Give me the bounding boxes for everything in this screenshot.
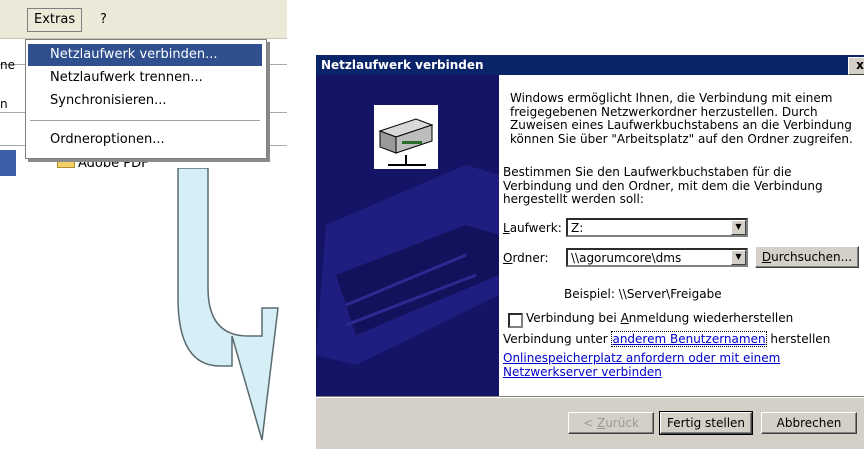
reconnect-label[interactable]: Verbindung bei Anmeldung wiederherstelle… [526,311,793,325]
menu-item-synchronize[interactable]: Synchronisieren... [28,90,262,112]
drive-select[interactable]: Z: ▼ [566,218,748,237]
finish-button[interactable]: Fertig stellen [659,411,753,435]
explorer-menu-crop: Extras ? ne n Adobe PDF Netzlaufwerk ver… [0,0,287,176]
tree-panel-edge [0,150,16,176]
folder-label: Ordner: [503,251,549,265]
curved-arrow-icon [177,168,279,441]
folder-input[interactable]: \\agorumcore\dms ▼ [566,248,748,267]
network-drive-illustration-icon [316,75,499,396]
background-text-fragment: n [0,97,8,111]
drive-label: Laufwerk: [503,221,562,235]
menu-extras[interactable]: Extras [27,8,83,32]
cancel-button[interactable]: Abbrechen [761,412,857,434]
menubar: Extras ? [0,0,287,39]
menu-separator [30,120,260,121]
instruction-text: Bestimmen Sie den Laufwerkbuchstaben für… [503,165,823,206]
extras-dropdown: Netzlaufwerk verbinden... Netzlaufwerk t… [25,39,267,159]
background-text-fragment: ne [0,58,15,72]
back-button[interactable]: < Zurück [568,412,654,434]
chevron-down-icon[interactable]: ▼ [731,220,746,235]
example-text: Beispiel: \\Server\Freigabe [564,287,722,301]
wizard-side-panel [316,75,499,396]
menu-item-connect-network-drive[interactable]: Netzlaufwerk verbinden... [28,44,262,66]
menu-item-folder-options[interactable]: Ordneroptionen... [28,129,262,151]
footer-divider [316,396,864,398]
other-user-text: Verbindung unter anderem Benutzernamen h… [503,331,831,347]
folder-value: \\agorumcore\dms [571,251,682,265]
online-storage-link[interactable]: Onlinespeicherplatz anfordern oder mit e… [503,351,793,379]
menu-help[interactable]: ? [94,10,113,30]
other-user-link[interactable]: anderem Benutzernamen [611,331,767,347]
drive-value: Z: [571,221,584,235]
reconnect-checkbox[interactable] [508,313,523,328]
browse-button[interactable]: Durchsuchen... [755,246,859,268]
chevron-down-icon[interactable]: ▼ [731,250,746,265]
dialog-title: Netzlaufwerk verbinden [316,55,864,75]
menu-item-disconnect-network-drive[interactable]: Netzlaufwerk trennen... [28,67,262,89]
close-button[interactable]: x [848,57,864,75]
intro-text: Windows ermöglicht Ihnen, die Verbindung… [510,91,853,146]
